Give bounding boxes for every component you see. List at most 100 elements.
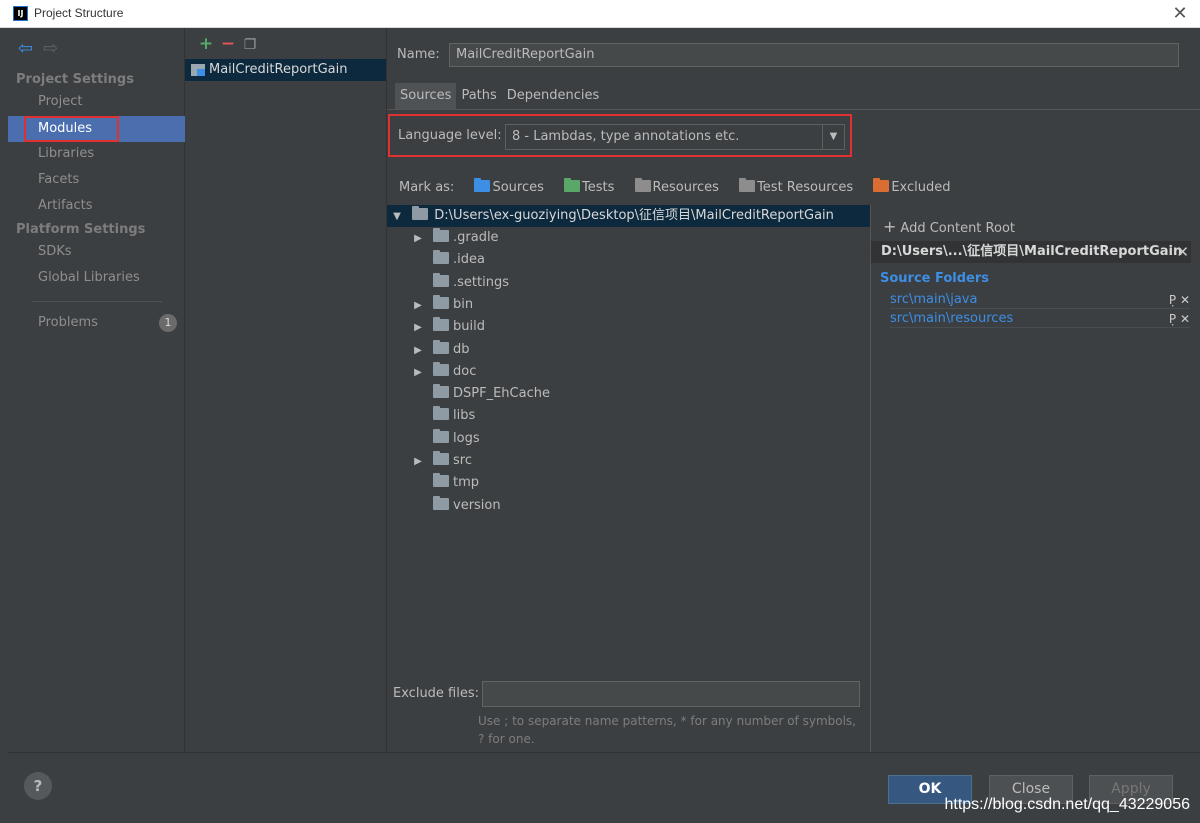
remove-folder-icon[interactable]: ✕ [1180, 293, 1190, 307]
tree-folder-row[interactable]: ▶ src [411, 450, 472, 472]
nav-divider [32, 301, 162, 302]
expand-triangle-icon[interactable]: ▶ [411, 228, 425, 250]
expand-triangle-icon[interactable]: ▶ [411, 451, 425, 473]
folder-icon [433, 495, 449, 510]
title-bar: IJ Project Structure ✕ [0, 0, 1200, 28]
source-folder-row[interactable]: src\main\resources P̣ ✕ [890, 310, 1190, 328]
edit-properties-icon[interactable]: P̣ [1169, 293, 1176, 307]
add-icon: + [883, 217, 897, 236]
tree-folder-row[interactable]: ▶ .gradle [411, 227, 499, 249]
nav-item-modules[interactable]: Modules [8, 116, 185, 142]
nav-item-facets[interactable]: Facets [8, 167, 185, 193]
tree-folder-name: tmp [453, 475, 480, 491]
add-module-icon[interactable]: + [195, 34, 217, 54]
tree-folder-row[interactable]: logs [411, 428, 480, 450]
nav-item-artifacts[interactable]: Artifacts [8, 193, 185, 219]
add-content-root-button[interactable]: + Add Content Root [883, 217, 1015, 236]
expand-triangle-icon[interactable]: ▶ [411, 340, 425, 362]
help-button[interactable]: ? [24, 772, 52, 800]
collapse-triangle-icon[interactable]: ▼ [390, 206, 404, 228]
folder-icon [433, 294, 449, 309]
folder-icon [433, 317, 449, 332]
mark-resources-button[interactable]: Resources [634, 178, 719, 198]
tree-folder-row[interactable]: DSPF_EhCache [411, 383, 550, 405]
tab-sources[interactable]: Sources [395, 83, 457, 109]
modules-list-panel: + − ❐ MailCreditReportGain [185, 28, 387, 752]
module-tabs: Sources Paths Dependencies [395, 83, 604, 109]
folder-icon [433, 428, 449, 443]
tree-folder-row[interactable]: tmp [411, 472, 479, 494]
tree-folder-row[interactable]: version [411, 495, 501, 517]
tree-folder-name: logs [453, 430, 480, 446]
tree-folder-row[interactable]: .settings [411, 272, 509, 294]
mark-sources-button[interactable]: Sources [474, 178, 544, 198]
mark-tests-label: Tests [582, 180, 615, 195]
remove-folder-icon[interactable]: ✕ [1180, 312, 1190, 326]
nav-item-libraries[interactable]: Libraries [8, 141, 185, 167]
source-folder-path: src\main\resources [890, 311, 1014, 326]
folder-icon [433, 384, 449, 399]
mark-resources-label: Resources [652, 180, 719, 195]
history-buttons: ⇦ ⇨ [18, 38, 68, 59]
content-root-details: + Add Content Root D:\Users\...\征信项目\Mail… [870, 205, 1200, 752]
tree-folder-name: .gradle [453, 230, 499, 245]
problems-count-badge: 1 [159, 314, 177, 332]
source-folder-actions: P̣ ✕ [1169, 310, 1190, 328]
forward-arrow-icon[interactable]: ⇨ [43, 38, 58, 59]
folder-icon [433, 361, 449, 376]
tree-folder-row[interactable]: ▶ doc [411, 361, 476, 383]
nav-item-global-libraries[interactable]: Global Libraries [8, 265, 185, 291]
tree-root-path: D:\Users\ex-guoziying\Desktop\征信项目\MailC… [434, 208, 834, 223]
nav-item-problems[interactable]: Problems 1 [8, 310, 185, 336]
folder-icon [433, 406, 449, 421]
tree-folder-row[interactable]: ▶ bin [411, 294, 473, 316]
language-level-select[interactable]: 8 - Lambdas, type annotations etc. ▼ [505, 124, 845, 150]
mark-excluded-label: Excluded [891, 180, 951, 195]
tree-folder-name: src [453, 453, 472, 468]
expand-triangle-icon[interactable]: ▶ [411, 362, 425, 384]
module-icon [191, 64, 205, 76]
mark-test-resources-button[interactable]: Test Resources [739, 178, 853, 198]
tab-dependencies[interactable]: Dependencies [502, 83, 605, 109]
tab-paths[interactable]: Paths [456, 83, 501, 109]
tree-folder-name: libs [453, 408, 476, 424]
mark-excluded-button[interactable]: Excluded [873, 178, 951, 198]
folder-icon [433, 228, 449, 242]
tree-folder-row[interactable]: .idea [411, 249, 485, 271]
remove-module-icon[interactable]: − [217, 34, 239, 54]
module-name-input[interactable]: MailCreditReportGain [449, 43, 1179, 67]
tree-folder-name: build [453, 319, 485, 335]
window-title: Project Structure [34, 6, 124, 20]
intellij-app-icon: IJ [13, 6, 28, 21]
red-highlight-box [24, 116, 119, 142]
tree-folder-name: bin [453, 296, 474, 312]
name-label: Name: [397, 47, 440, 62]
nav-item-sdks[interactable]: SDKs [8, 239, 185, 265]
tree-folder-name: .idea [453, 252, 485, 268]
remove-content-root-icon[interactable]: ✕ [1176, 241, 1189, 263]
test-resources-folder-icon [739, 178, 756, 192]
source-folder-row[interactable]: src\main\java P̣ ✕ [890, 291, 1190, 309]
copy-module-icon[interactable]: ❐ [239, 37, 261, 53]
content-root-path: D:\Users\...\征信项目\MailCreditReportGain [881, 244, 1183, 259]
dropdown-arrow-icon[interactable]: ▼ [822, 125, 844, 149]
module-row[interactable]: MailCreditReportGain [185, 59, 386, 81]
tree-folder-name: DSPF_EhCache [453, 386, 550, 402]
mark-as-bar: Mark as: Sources Tests Resources Test Re… [399, 178, 951, 198]
nav-item-project[interactable]: Project [8, 89, 185, 115]
tree-folder-row[interactable]: ▶ db [411, 339, 470, 361]
tree-root-row[interactable]: ▼ D:\Users\ex-guoziying\Desktop\征信项目\Mai… [387, 205, 870, 227]
window-close-icon[interactable]: ✕ [1168, 2, 1192, 26]
folder-icon [433, 272, 449, 287]
tree-folder-name: .settings [453, 274, 509, 290]
folder-icon [433, 451, 449, 465]
tree-folder-row[interactable]: ▶ build [411, 316, 485, 338]
expand-triangle-icon[interactable]: ▶ [411, 295, 425, 317]
back-arrow-icon[interactable]: ⇦ [18, 38, 33, 59]
tree-folder-row[interactable]: libs [411, 405, 475, 427]
edit-properties-icon[interactable]: P̣ [1169, 312, 1176, 326]
exclude-files-input[interactable] [482, 681, 860, 707]
folder-icon [412, 206, 429, 220]
mark-tests-button[interactable]: Tests [564, 178, 614, 198]
expand-triangle-icon[interactable]: ▶ [411, 317, 425, 339]
